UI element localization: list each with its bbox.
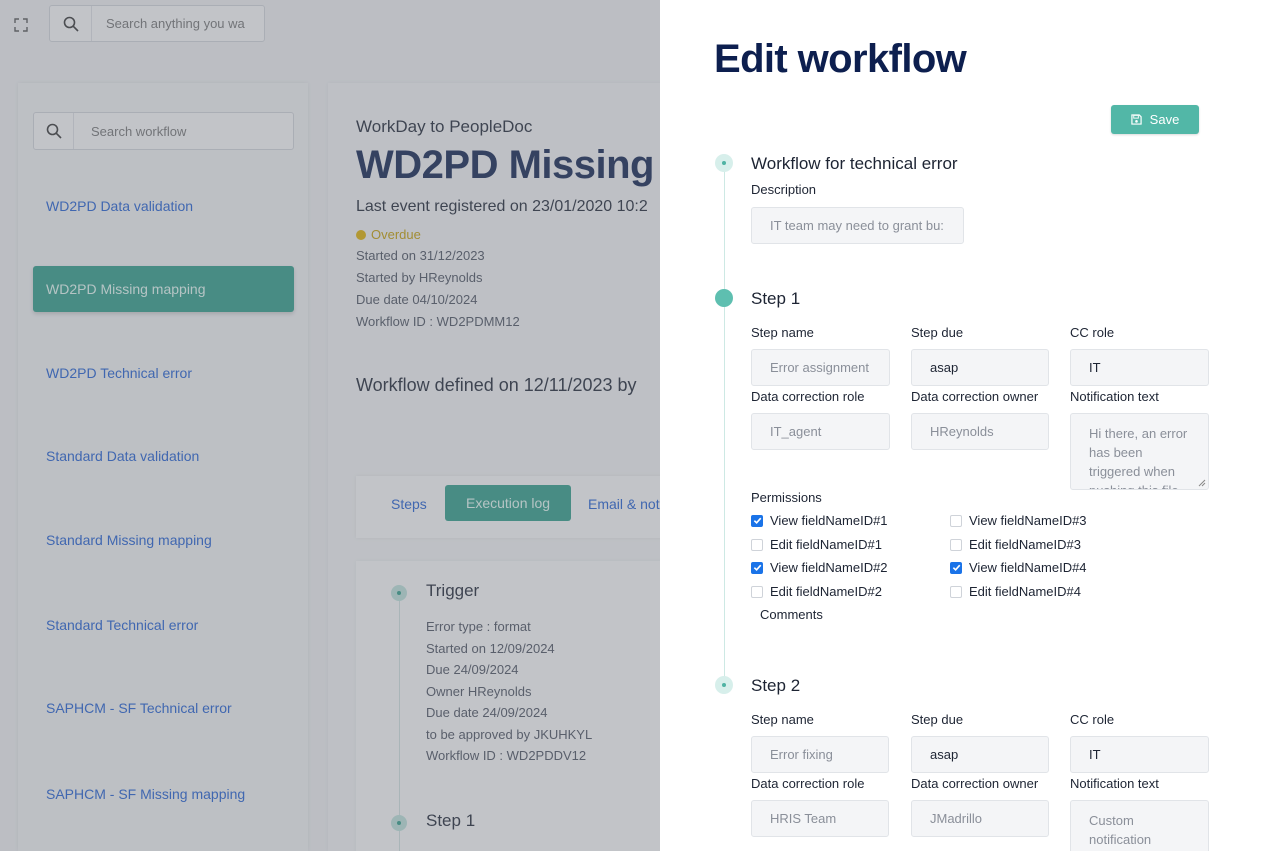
permission-label: Edit fieldNameID#4: [969, 584, 1081, 599]
save-button[interactable]: Save: [1111, 105, 1199, 134]
resize-handle-icon[interactable]: [1198, 479, 1206, 487]
step2-dc-owner-label: Data correction owner: [911, 776, 1039, 791]
permission-checkbox[interactable]: Edit fieldNameID#2: [751, 584, 882, 599]
step1-title: Step 1: [751, 289, 801, 308]
drawer-title: Edit workflow: [714, 37, 967, 81]
permission-checkbox[interactable]: View fieldNameID#3: [950, 513, 1087, 528]
step2-step-due-field[interactable]: asap: [911, 736, 1049, 773]
timeline-node-icon: [715, 676, 733, 694]
checkbox-unchecked-icon[interactable]: [751, 585, 763, 598]
permission-checkbox[interactable]: View fieldNameID#1: [751, 513, 888, 528]
permission-label: View fieldNameID#2: [770, 560, 888, 575]
drawer-timeline: [724, 165, 725, 685]
modal-backdrop[interactable]: [0, 0, 660, 851]
step1-notif-label: Notification text: [1070, 389, 1159, 404]
step2-notification-text: Custom notification: [1089, 813, 1152, 847]
step2-step-due-label: Step due: [911, 712, 964, 727]
permission-label: View fieldNameID#1: [770, 513, 888, 528]
description-field[interactable]: IT team may need to grant bu:: [751, 207, 964, 244]
step2-cc-role-label: CC role: [1070, 712, 1115, 727]
step1-dc-owner-field[interactable]: HReynolds: [911, 413, 1049, 450]
step2-cc-role-field[interactable]: IT: [1070, 736, 1209, 773]
step2-notification-textarea[interactable]: Custom notification: [1070, 800, 1209, 851]
permission-label: Edit fieldNameID#1: [770, 537, 882, 552]
permissions-label: Permissions: [751, 490, 822, 505]
step1-step-name-label: Step name: [751, 325, 814, 340]
permission-label: View fieldNameID#4: [969, 560, 1087, 575]
permission-checkbox[interactable]: Edit fieldNameID#3: [950, 537, 1081, 552]
step1-step-name-field[interactable]: Error assignment: [751, 349, 890, 386]
step2-step-name-field[interactable]: Error fixing: [751, 736, 889, 773]
description-label: Description: [751, 182, 817, 197]
workflow-section-title: Workflow for technical error: [751, 154, 958, 173]
step1-step-due-label: Step due: [911, 325, 964, 340]
timeline-node-icon: [715, 154, 733, 172]
permission-checkbox[interactable]: View fieldNameID#4: [950, 560, 1087, 575]
step2-dc-role-label: Data correction role: [751, 776, 865, 791]
floppy-disk-icon: [1130, 114, 1142, 125]
edit-workflow-drawer: Edit workflow Save Workflow for technica…: [660, 0, 1262, 851]
step1-notification-textarea[interactable]: Hi there, an error has been triggered wh…: [1070, 413, 1209, 490]
permission-label: Edit fieldNameID#3: [969, 537, 1081, 552]
checkbox-checked-icon[interactable]: [751, 561, 763, 574]
checkbox-unchecked-icon[interactable]: [950, 514, 962, 527]
step2-notif-label: Notification text: [1070, 776, 1159, 791]
checkbox-checked-icon[interactable]: [950, 561, 962, 574]
step1-notification-text: Hi there, an error has been triggered wh…: [1089, 426, 1188, 489]
permission-checkbox[interactable]: Edit fieldNameID#1: [751, 537, 882, 552]
checkbox-unchecked-icon[interactable]: [950, 585, 962, 598]
step2-dc-role-field[interactable]: HRIS Team: [751, 800, 889, 837]
checkbox-unchecked-icon[interactable]: [950, 538, 962, 551]
step1-dc-owner-label: Data correction owner: [911, 389, 1039, 404]
save-label: Save: [1149, 112, 1180, 127]
step1-cc-role-field[interactable]: IT: [1070, 349, 1209, 386]
step1-cc-role-label: CC role: [1070, 325, 1115, 340]
permission-checkbox[interactable]: Edit fieldNameID#4: [950, 584, 1081, 599]
permission-checkbox[interactable]: View fieldNameID#2: [751, 560, 888, 575]
step1-dc-role-field[interactable]: IT_agent: [751, 413, 890, 450]
step1-step-due-field[interactable]: asap: [911, 349, 1049, 386]
permission-label: Edit fieldNameID#2: [770, 584, 882, 599]
step2-title: Step 2: [751, 676, 801, 695]
checkbox-checked-icon[interactable]: [751, 514, 763, 527]
step2-step-name-label: Step name: [751, 712, 814, 727]
comments-link[interactable]: Comments: [760, 607, 823, 622]
checkbox-unchecked-icon[interactable]: [751, 538, 763, 551]
step2-dc-owner-field[interactable]: JMadrillo: [911, 800, 1049, 837]
permission-label: View fieldNameID#3: [969, 513, 1087, 528]
timeline-node-active-icon: [715, 289, 733, 307]
step1-dc-role-label: Data correction role: [751, 389, 865, 404]
